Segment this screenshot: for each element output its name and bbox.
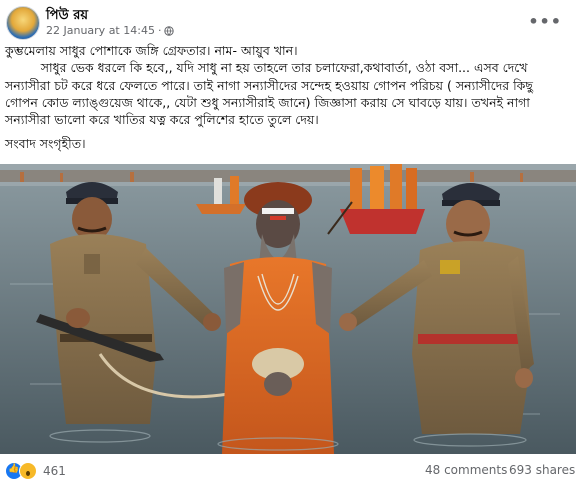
post-photo[interactable] <box>0 164 576 454</box>
wow-reaction-icon <box>19 462 37 480</box>
shares-count[interactable]: 693 shares <box>509 463 575 477</box>
post-footer: 461 48 comments 693 shares <box>0 458 576 486</box>
reactions-summary[interactable]: 461 <box>5 462 66 480</box>
more-options-icon[interactable]: ••• <box>528 12 562 31</box>
post-text: কুম্ভমেলায় সাধুর পোশাকে জঙ্গি গ্রেফতার।… <box>5 42 571 153</box>
globe-icon <box>164 25 175 36</box>
post-text-line: সন্যাসীরা চট করে ধরে ফেলতে পারে। তাই নাগ… <box>5 77 534 93</box>
reaction-count: 461 <box>43 464 66 478</box>
photo-illustration <box>0 164 576 454</box>
post-meta: 22 January at 14:45 · <box>46 24 175 37</box>
post-date[interactable]: 22 January at 14:45 <box>46 24 155 37</box>
post-header: পিউ রয় 22 January at 14:45 · ••• <box>0 0 576 42</box>
author-avatar[interactable] <box>6 6 40 40</box>
post-closing-line: সংবাদ সংগৃহীত। <box>5 136 86 152</box>
post-text-line: কুম্ভমেলায় সাধুর পোশাকে জঙ্গি গ্রেফতার।… <box>5 43 298 58</box>
comments-count[interactable]: 48 comments <box>425 463 507 477</box>
meta-separator: · <box>157 24 162 37</box>
post-text-line: সন্যাসীরা ভালো করে খাতির যত্ন করে পুলিশে… <box>5 112 319 128</box>
post-text-line: গোপন কোড ল্যাঙ্গুয়েজ থাকে,, যেটা শুধু স… <box>5 94 530 110</box>
post-text-line: সাধুর ভেক ধরলে কি হবে,, যদি সাধু না হয় … <box>5 60 528 76</box>
